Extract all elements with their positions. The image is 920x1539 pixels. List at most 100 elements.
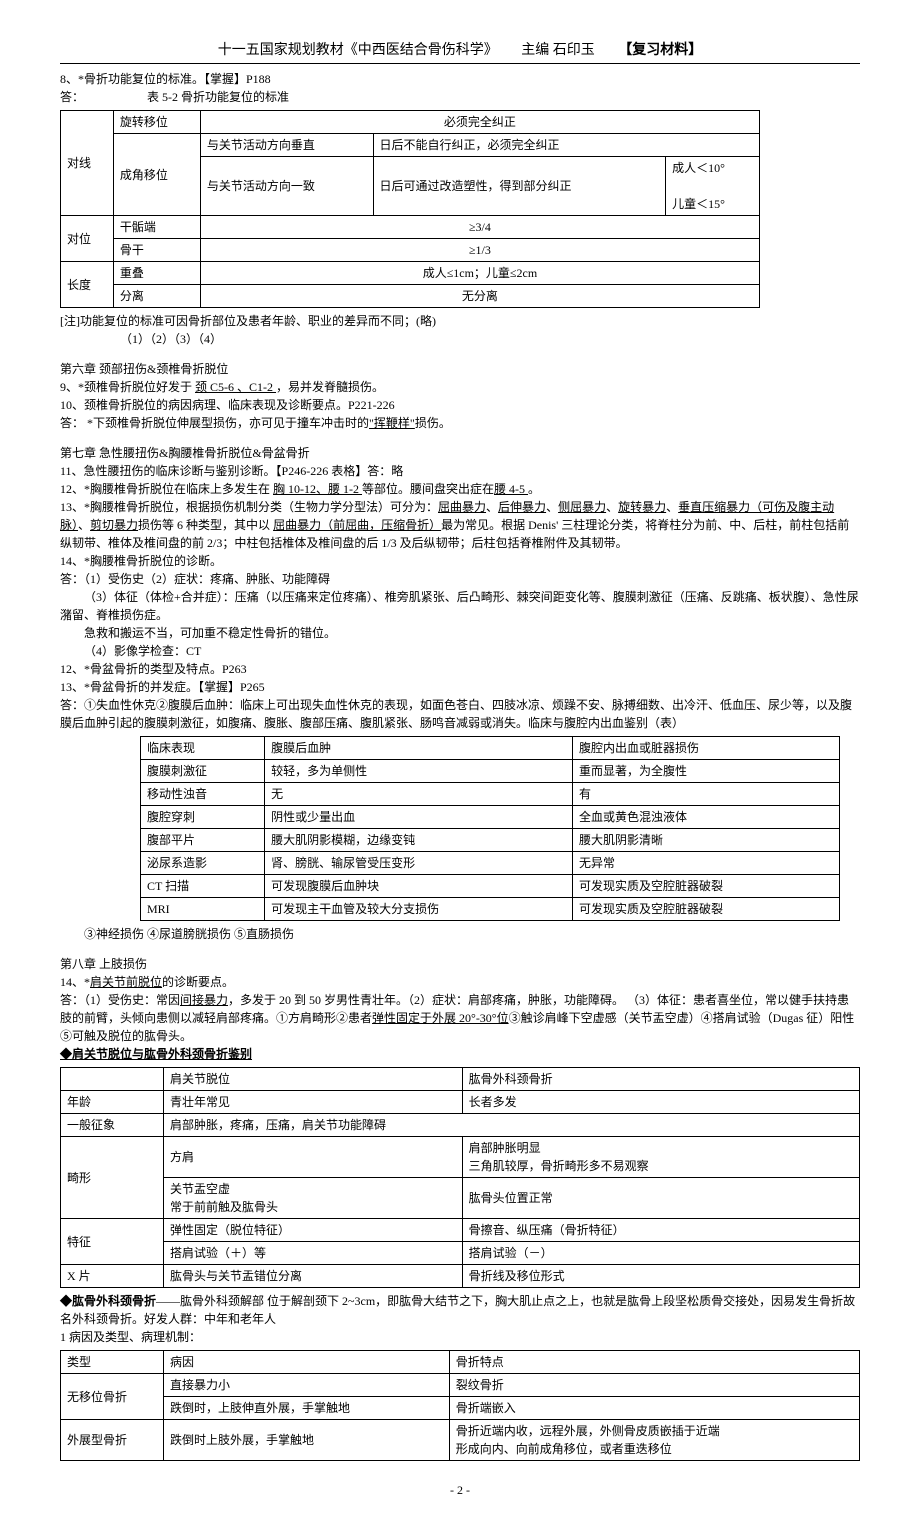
humerus-section: ◆肱骨外科颈骨折——肱骨外科颈解部 位于解剖颈下 2~3cm，即肱骨大结节之下，…: [60, 1292, 860, 1328]
cell: 有: [572, 783, 839, 806]
cell: 直接暴力小: [164, 1374, 450, 1397]
txt: 损伤等 6 种类型，其中以: [138, 518, 273, 532]
cell: 腹部平片: [141, 829, 265, 852]
txt: 常于前前触及肱骨头: [170, 1200, 278, 1214]
q8-ans: 答：: [60, 90, 84, 104]
cell: 青壮年常见: [164, 1091, 463, 1114]
t52-note: [注]功能复位的标准可因骨折部位及患者年龄、职业的差异而不同；(略): [60, 312, 860, 330]
q13x: 13、*骨盆骨折的并发症。【掌握】P265: [60, 678, 860, 696]
txt: 屈曲暴力: [438, 500, 486, 514]
ch7-title: 第七章 急性腰扭伤&胸腰椎骨折脱位&骨盆骨折: [60, 444, 860, 462]
txt: 12、*胸腰椎骨折脱位在临床上多发生在: [60, 482, 273, 496]
header-divider: [60, 63, 860, 64]
cell: 跌倒时，上肢伸直外展，手掌触地: [164, 1397, 450, 1420]
cell: 弹性固定（脱位特征）: [164, 1219, 463, 1242]
cell: 骨折近端内收，远程外展，外侧骨皮质嵌插于近端 形成向内、向前成角移位，或者重迭移…: [449, 1420, 859, 1461]
cell: 肾、膀胱、输尿管受压变形: [265, 852, 573, 875]
cell: 重而显著，为全腹性: [572, 760, 839, 783]
txt: 肩关节前脱位: [90, 975, 162, 989]
txt: 颈 C5-6 、C1-2: [195, 380, 276, 394]
txt: 弹性固定于外展 20°-30°位: [372, 1011, 509, 1025]
cell: 对线: [61, 111, 114, 216]
cell: 分离: [113, 285, 200, 308]
cell: 无分离: [200, 285, 759, 308]
txt: 、: [486, 500, 498, 514]
txt: 成人＜10°: [672, 161, 725, 175]
q8-answer-row: 答： 表 5-2 骨折功能复位的标准: [60, 88, 860, 106]
cell: 年龄: [61, 1091, 164, 1114]
q13xa: 答：①失血性休克②腹膜后血肿：临床上可出现失血性休克的表现，如面色苍白、四肢冰凉…: [60, 696, 860, 732]
txt: 形成向内、向前成角移位，或者重迭移位: [456, 1442, 672, 1456]
cell: 日后不能自行纠正，必须完全纠正: [373, 134, 759, 157]
cell: 骨擦音、纵压痛（骨折特征）: [462, 1219, 859, 1242]
cell: 可发现实质及空腔脏器破裂: [572, 898, 839, 921]
txt: 骨折近端内收，远程外展，外侧骨皮质嵌插于近端: [456, 1424, 720, 1438]
txt: ——肱骨外科颈解部 位于解剖颈下 2~3cm，即肱骨大结节之下，胸大肌止点之上，…: [60, 1294, 855, 1326]
cell: 关节盂空虚 常于前前触及肱骨头: [164, 1178, 463, 1219]
txt: 腰 4-5: [494, 482, 528, 496]
txt: 肩部肿胀明显: [469, 1141, 541, 1155]
cell: 可发现腹膜后血肿块: [265, 875, 573, 898]
q14d: （4）影像学检查：CT: [60, 642, 860, 660]
cell: 长度: [61, 262, 114, 308]
doc-editor: 主编 石印玉: [521, 40, 595, 61]
cell: 可发现实质及空腔脏器破裂: [572, 875, 839, 898]
txt: "挥鞭样": [369, 416, 415, 430]
cell: 腹腔穿刺: [141, 806, 265, 829]
cell: 畸形: [61, 1137, 164, 1219]
cell: 跌倒时上肢外展，手掌触地: [164, 1420, 450, 1461]
cell: 与关节活动方向垂直: [200, 134, 373, 157]
t2-footer: ③神经损伤 ④尿道膀胱损伤 ⑤直肠损伤: [60, 925, 860, 943]
cell: 旋转移位: [113, 111, 200, 134]
ch6-title: 第六章 颈部扭伤&颈椎骨折脱位: [60, 360, 860, 378]
cell: 干骺端: [113, 216, 200, 239]
txt: 屈曲暴力（前屈曲，压缩骨折）: [273, 518, 441, 532]
cell: 病因: [164, 1351, 450, 1374]
cell: 重叠: [113, 262, 200, 285]
doc-material: 【复习材料】: [618, 40, 702, 61]
cell: 搭肩试验（－）: [462, 1242, 859, 1265]
txt: 答：（1）受伤史：常因: [60, 993, 180, 1007]
cell: ≥3/4: [200, 216, 759, 239]
txt: 、: [546, 500, 558, 514]
cell: ≥1/3: [200, 239, 759, 262]
txt: 侧屈暴力: [558, 500, 606, 514]
ch8-title: 第八章 上肢损伤: [60, 955, 860, 973]
cell: MRI: [141, 898, 265, 921]
page-number: - 2 -: [60, 1481, 860, 1499]
txt: 三角肌较厚，骨折畸形多不易观察: [469, 1159, 649, 1173]
txt: ◆肱骨外科颈骨折: [60, 1294, 156, 1308]
cell: 搭肩试验（＋）等: [164, 1242, 463, 1265]
cell: 骨折特点: [449, 1351, 859, 1374]
diff-title: ◆肩关节脱位与肱骨外科颈骨折鉴别: [60, 1045, 860, 1063]
q8-title: 8、*骨折功能复位的标准。【掌握】P188: [60, 70, 860, 88]
txt: 的诊断要点。: [162, 975, 234, 989]
cell: 成人＜10° 儿童＜15°: [666, 157, 760, 216]
txt: 胸 10-12、腰 1-2: [273, 482, 362, 496]
cell: 方肩: [164, 1137, 463, 1178]
txt: 关节盂空虚: [170, 1182, 230, 1196]
cell: 腰大肌阴影清晰: [572, 829, 839, 852]
txt: 9、*颈椎骨折脱位好发于: [60, 380, 195, 394]
txt: 14、*: [60, 975, 90, 989]
page-header: 十一五国家规划教材《中西医结合骨伤科学》 主编 石印玉 【复习材料】: [60, 40, 860, 61]
cell: 腹膜后血肿: [265, 737, 573, 760]
cell: 较轻，多为单侧性: [265, 760, 573, 783]
cell: 肩关节脱位: [164, 1068, 463, 1091]
humerus-sub: 1 病因及类型、病理机制：: [60, 1328, 860, 1346]
txt: 儿童＜15°: [672, 197, 725, 211]
cell: 无异常: [572, 852, 839, 875]
txt: 、: [78, 518, 90, 532]
txt: 损伤。: [415, 416, 451, 430]
cell: X 片: [61, 1265, 164, 1288]
cell: 特征: [61, 1219, 164, 1265]
q14c: 急救和搬运不当，可加重不稳定性骨折的错位。: [60, 624, 860, 642]
cell: 无: [265, 783, 573, 806]
txt: 等部位。腰间盘突出症在: [362, 482, 494, 496]
txt: 后伸暴力: [498, 500, 546, 514]
cell: 泌尿系造影: [141, 852, 265, 875]
cell: 外展型骨折: [61, 1420, 164, 1461]
table-humerus-type: 类型 病因 骨折特点 无移位骨折 直接暴力小 裂纹骨折 跌倒时，上肢伸直外展，手…: [60, 1350, 860, 1461]
txt: 13、*胸腰椎骨折脱位，根据损伤机制分类（生物力学分型法）可分为：: [60, 500, 438, 514]
q10-ans: 答： *下颈椎骨折脱位伸展型损伤，亦可见于撞车冲击时的"挥鞭样"损伤。: [60, 414, 860, 432]
